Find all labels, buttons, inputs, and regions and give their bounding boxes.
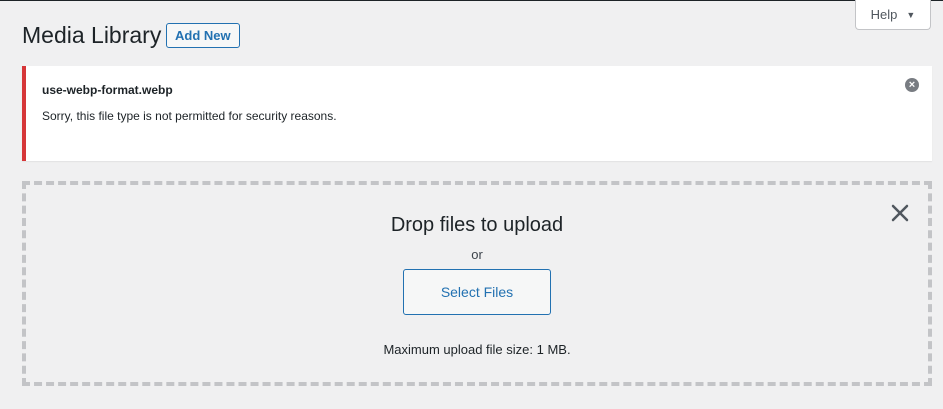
add-new-button[interactable]: Add New [166, 23, 240, 48]
admin-bar-edge [0, 0, 943, 1]
error-notice: use-webp-format.webp Sorry, this file ty… [22, 66, 932, 161]
max-upload-size-text: Maximum upload file size: 1 MB. [383, 342, 571, 357]
upload-dropzone[interactable]: Drop files to upload or Select Files Max… [22, 181, 932, 386]
notice-filename: use-webp-format.webp [42, 83, 173, 97]
triangle-down-icon: ▼ [906, 9, 916, 20]
help-tab-label: Help [870, 7, 898, 22]
or-separator: or [471, 247, 483, 262]
drop-files-title: Drop files to upload [390, 214, 564, 236]
help-tab-button[interactable]: Help ▼ [855, 0, 931, 30]
select-files-button[interactable]: Select Files [403, 269, 551, 315]
page-title: Media Library [22, 22, 162, 48]
dismiss-icon[interactable]: × [905, 78, 919, 92]
notice-message: Sorry, this file type is not permitted f… [42, 109, 337, 123]
